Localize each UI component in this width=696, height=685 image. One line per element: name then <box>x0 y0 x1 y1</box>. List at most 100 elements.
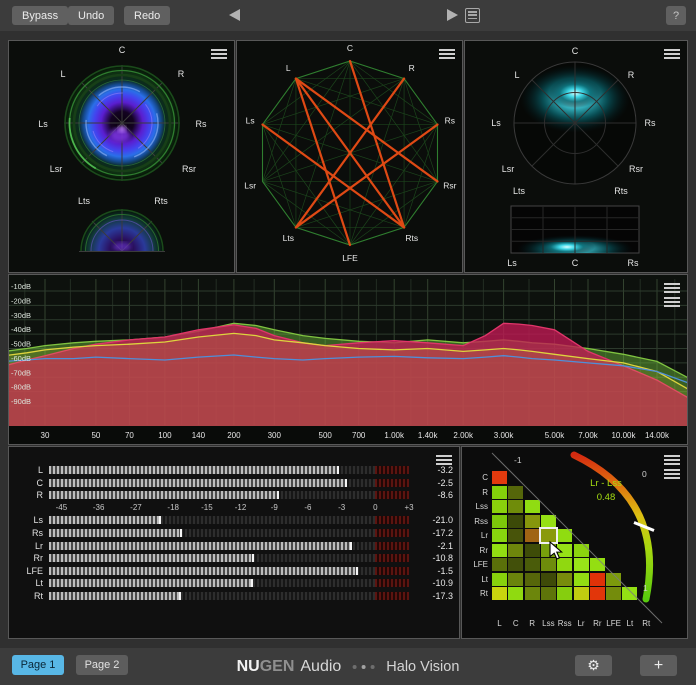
meter-scale-tick-0: 0 <box>373 503 377 512</box>
corr-cell-Rr-L[interactable] <box>492 544 507 557</box>
corr-cell-Lss-C[interactable] <box>508 500 523 513</box>
corr-cell-C-L[interactable] <box>492 471 507 484</box>
corr-cell-Rt-Lr[interactable] <box>574 587 589 600</box>
corr-cell-Lt-Lr[interactable] <box>574 573 589 586</box>
product-name: Halo Vision <box>386 659 459 675</box>
spectrum-y-tick--80dB: -80dB <box>11 383 31 392</box>
corr-cell-LFE-C[interactable] <box>508 558 523 571</box>
gauge-tick-zero: 0 <box>642 469 647 479</box>
corr-cell-Rt-C[interactable] <box>508 587 523 600</box>
settings-button[interactable]: ⚙ <box>575 655 612 676</box>
corr-cell-Lr-C[interactable] <box>508 529 523 542</box>
spectrum-x-tick-7.00k: 7.00k <box>578 431 599 440</box>
meter-fill <box>49 579 253 587</box>
plus-icon: + <box>654 657 663 674</box>
bypass-button[interactable]: Bypass <box>12 6 68 25</box>
meter-peak-marker <box>337 466 339 474</box>
corr-cell-Lr-Rss[interactable] <box>557 529 572 542</box>
corr-cell-Lt-R[interactable] <box>525 573 540 586</box>
corr-cell-Rt-Lss[interactable] <box>541 587 556 600</box>
corr-cell-Rss-Lss[interactable] <box>541 515 556 528</box>
corr-row-label-LFE: LFE <box>462 560 488 569</box>
spectrum-y-tick--20dB: -20dB <box>11 296 31 305</box>
meter-scale-tick--45: -45 <box>56 503 68 512</box>
corr-col-label-Lss: Lss <box>542 619 554 628</box>
history-back-icon[interactable] <box>229 9 240 21</box>
corr-cell-LFE-Lss[interactable] <box>541 558 556 571</box>
history-list-icon[interactable] <box>465 8 480 23</box>
corr-cell-Rr-Rss[interactable] <box>557 544 572 557</box>
corr-cell-Rt-L[interactable] <box>492 587 507 600</box>
ring-label-L: L <box>60 69 65 79</box>
correlation-panel-menu-icon[interactable] <box>664 455 680 481</box>
page-1-button[interactable]: Page 1 <box>12 655 64 675</box>
corr-cell-Rt-Rr[interactable] <box>590 587 605 600</box>
web-node-label-L: L <box>286 63 291 73</box>
corr-cell-Rt-LFE[interactable] <box>606 587 621 600</box>
meter-fill <box>49 479 347 487</box>
corr-cell-Lt-Rss[interactable] <box>557 573 572 586</box>
corr-cell-Rt-Lt[interactable] <box>622 587 637 600</box>
meter-fill <box>49 567 358 575</box>
brand-gen: GEN <box>260 658 295 676</box>
corr-cell-Rss-L[interactable] <box>492 515 507 528</box>
meters-panel-menu-icon[interactable] <box>436 455 452 467</box>
corr-cell-R-L[interactable] <box>492 486 507 499</box>
corr-cell-Lss-R[interactable] <box>525 500 540 513</box>
meter-row-L: L-3.2 <box>13 464 453 477</box>
add-panel-button[interactable]: + <box>640 655 677 676</box>
redo-button[interactable]: Redo <box>124 6 170 25</box>
corr-cell-Lt-Rr[interactable] <box>590 573 605 586</box>
gear-icon: ⚙ <box>587 657 600 673</box>
gauge-tick-neg1: -1 <box>514 455 522 465</box>
spectrum-analyzer-panel: 3050701001402003005007001.00k1.40k2.00k3… <box>8 274 688 445</box>
meter-scale-tick--18: -18 <box>167 503 179 512</box>
dot-2 <box>362 665 366 669</box>
corr-cell-Lss-L[interactable] <box>492 500 507 513</box>
corr-cell-Rr-Lr[interactable] <box>574 544 589 557</box>
web-panel-menu-icon[interactable] <box>439 49 455 61</box>
undo-button[interactable]: Undo <box>68 6 114 25</box>
corr-cell-LFE-Lr[interactable] <box>574 558 589 571</box>
corr-cell-Rr-C[interactable] <box>508 544 523 557</box>
corr-cell-Rr-R[interactable] <box>525 544 540 557</box>
web-node-label-Lsr: Lsr <box>244 180 256 190</box>
corr-cell-Lt-LFE[interactable] <box>606 573 621 586</box>
corr-cell-Rss-R[interactable] <box>525 515 540 528</box>
polar-panel-menu-icon[interactable] <box>664 49 680 61</box>
corr-cell-LFE-R[interactable] <box>525 558 540 571</box>
corr-cell-LFE-Rr[interactable] <box>590 558 605 571</box>
meter-red-zone <box>375 516 409 524</box>
corr-cell-Lr-Lss[interactable] <box>541 529 556 542</box>
corr-cell-Rss-C[interactable] <box>508 515 523 528</box>
corr-cell-LFE-Rss[interactable] <box>557 558 572 571</box>
meter-bar-Lr <box>49 542 409 550</box>
page-indicator-dots <box>350 665 377 669</box>
ring-label-C: C <box>119 45 126 55</box>
history-forward-icon[interactable] <box>447 9 458 21</box>
meter-channel-label-Lr: Lr <box>13 541 49 551</box>
corr-cell-R-C[interactable] <box>508 486 523 499</box>
meter-row-Rt: Rt-17.3 <box>13 589 453 602</box>
ring-label-R: R <box>178 69 185 79</box>
corr-cell-Lr-R[interactable] <box>525 529 540 542</box>
corr-cell-Rr-Lss[interactable] <box>541 544 556 557</box>
corr-cell-LFE-L[interactable] <box>492 558 507 571</box>
meter-bar-Lt <box>49 579 409 587</box>
meter-peak-marker <box>252 554 254 562</box>
spectrum-panel-menu-icon[interactable] <box>664 283 680 309</box>
polar-location-panel: CLRLsRsLsrRsrLtsRtsLsCRs <box>464 40 688 273</box>
corr-cell-Lr-L[interactable] <box>492 529 507 542</box>
help-button[interactable]: ? <box>666 6 686 25</box>
corr-col-label-L: L <box>497 619 501 628</box>
meter-red-zone <box>375 529 409 537</box>
page-2-button[interactable]: Page 2 <box>76 655 128 675</box>
corr-cell-Lt-L[interactable] <box>492 573 507 586</box>
surround-panel-menu-icon[interactable] <box>211 49 227 61</box>
polar-label-Rsr: Rsr <box>629 164 643 174</box>
corr-cell-Rt-R[interactable] <box>525 587 540 600</box>
corr-cell-Rt-Rss[interactable] <box>557 587 572 600</box>
ring-label-Lsr: Lsr <box>50 164 63 174</box>
corr-cell-Lt-C[interactable] <box>508 573 523 586</box>
corr-cell-Lt-Lss[interactable] <box>541 573 556 586</box>
